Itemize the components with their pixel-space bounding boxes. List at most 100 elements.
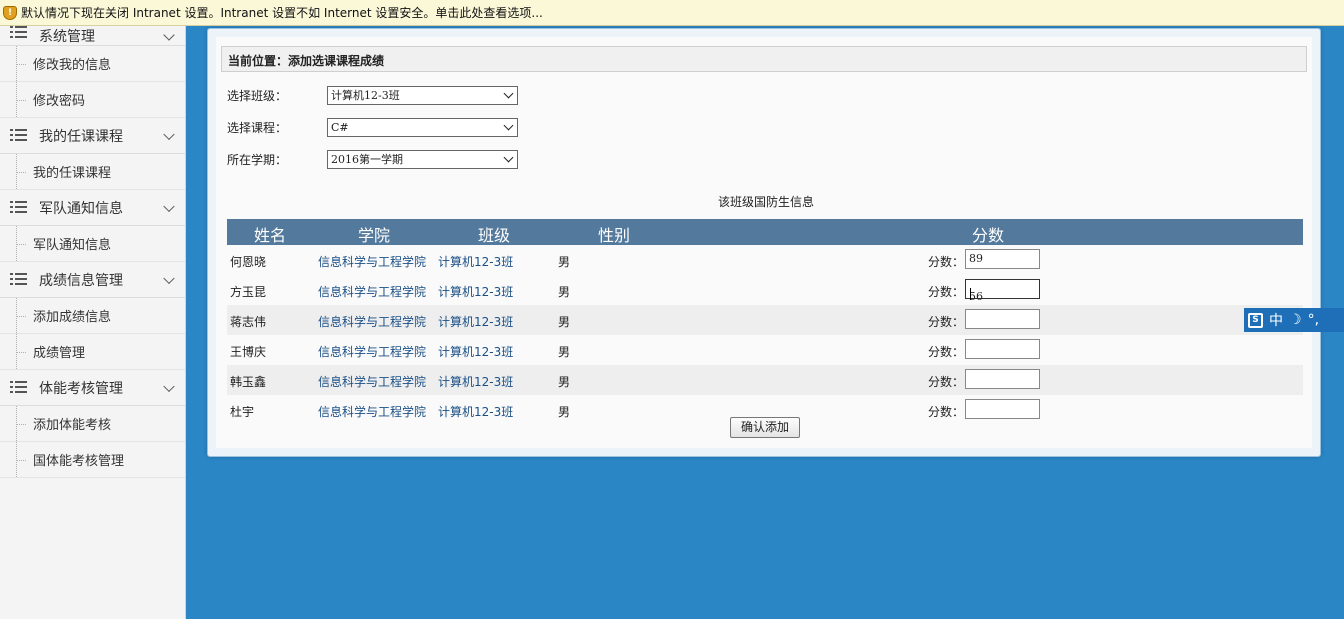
student-name: 何恩晓 bbox=[230, 255, 267, 269]
student-table: 姓名 学院 班级 性别 分数 何恩晓 信息科学与工程学院 计算机12-3班 男 … bbox=[227, 219, 1303, 425]
confirm-add-button[interactable]: 确认添加 bbox=[730, 417, 800, 438]
student-class: 计算机12-3班 bbox=[438, 255, 514, 269]
student-name: 杜宇 bbox=[230, 405, 255, 419]
infobar-text: 默认情况下现在关闭 Intranet 设置。Intranet 设置不如 Inte… bbox=[21, 6, 543, 20]
chevron-down-icon bbox=[163, 128, 175, 140]
header-gender: 性别 bbox=[598, 226, 631, 245]
student-class: 计算机12-3班 bbox=[438, 375, 514, 389]
ime-mode[interactable]: 中 bbox=[1269, 310, 1283, 330]
score-label: 分数： bbox=[928, 345, 965, 359]
sidebar-item-notices[interactable]: 军队通知信息 bbox=[0, 226, 185, 262]
table-row: 何恩晓 信息科学与工程学院 计算机12-3班 男 分数： 89 bbox=[227, 245, 1303, 275]
sidebar-item-add-fitness[interactable]: 添加体能考核 bbox=[0, 406, 185, 442]
list-icon bbox=[10, 381, 27, 394]
student-gender: 男 bbox=[558, 375, 571, 389]
sidebar-item-edit-info[interactable]: 修改我的信息 bbox=[0, 46, 185, 82]
score-value: 56 bbox=[969, 290, 983, 303]
sidebar-group-grades[interactable]: 成绩信息管理 bbox=[0, 262, 185, 298]
ime-toolbar[interactable]: S 中 ☽ °, bbox=[1244, 308, 1344, 332]
header-class: 班级 bbox=[478, 226, 511, 245]
main-panel: 当前位置：添加选课课程成绩 选择班级： 计算机12-3班 选择课程： C# 所在… bbox=[207, 28, 1321, 457]
text-caret bbox=[970, 288, 971, 300]
section-title: 该班级国防生信息 bbox=[718, 195, 815, 209]
list-icon bbox=[10, 26, 27, 39]
score-input[interactable] bbox=[965, 399, 1040, 419]
sidebar-group-courses[interactable]: 我的任课课程 bbox=[0, 118, 185, 154]
score-input-focused[interactable]: 56 bbox=[965, 279, 1040, 303]
chevron-down-icon bbox=[503, 152, 514, 162]
sidebar: 系统管理 修改我的信息 修改密码 我的任课课程 我的任课课程 军队通知信息 军队… bbox=[0, 26, 186, 619]
sidebar-item-grade-management[interactable]: 成绩管理 bbox=[0, 334, 185, 370]
student-dept: 信息科学与工程学院 bbox=[318, 375, 427, 389]
student-class: 计算机12-3班 bbox=[438, 345, 514, 359]
score-input[interactable] bbox=[965, 339, 1040, 359]
term-row: 所在学期： 2016第一学期 bbox=[227, 149, 527, 169]
header-name: 姓名 bbox=[254, 226, 287, 245]
ime-logo-icon: S bbox=[1248, 312, 1263, 328]
score-label: 分数： bbox=[928, 255, 965, 269]
student-dept: 信息科学与工程学院 bbox=[318, 285, 427, 299]
table-row: 韩玉鑫 信息科学与工程学院 计算机12-3班 男 分数： bbox=[227, 365, 1303, 395]
chevron-down-icon bbox=[163, 200, 175, 212]
table-row: 王博庆 信息科学与工程学院 计算机12-3班 男 分数： bbox=[227, 335, 1303, 365]
student-gender: 男 bbox=[558, 345, 571, 359]
table-row: 方玉昆 信息科学与工程学院 计算机12-3班 男 分数： 56 bbox=[227, 275, 1303, 305]
score-input[interactable] bbox=[965, 369, 1040, 389]
sidebar-item-my-courses[interactable]: 我的任课课程 bbox=[0, 154, 185, 190]
chevron-down-icon bbox=[503, 120, 514, 130]
student-gender: 男 bbox=[558, 255, 571, 269]
score-label: 分数： bbox=[928, 315, 965, 329]
sidebar-group-label: 军队通知信息 bbox=[39, 200, 123, 217]
class-select-value: 计算机12-3班 bbox=[331, 88, 400, 102]
student-gender: 男 bbox=[558, 315, 571, 329]
student-dept: 信息科学与工程学院 bbox=[318, 315, 427, 329]
sidebar-group-label: 我的任课课程 bbox=[39, 128, 123, 145]
term-select-value: 2016第一学期 bbox=[331, 152, 403, 166]
course-select[interactable]: C# bbox=[327, 117, 518, 137]
student-dept: 信息科学与工程学院 bbox=[318, 345, 427, 359]
ime-punct[interactable]: °, bbox=[1308, 312, 1319, 328]
sidebar-item-change-password[interactable]: 修改密码 bbox=[0, 82, 185, 118]
sidebar-group-notices[interactable]: 军队通知信息 bbox=[0, 190, 185, 226]
moon-icon[interactable]: ☽ bbox=[1289, 312, 1302, 328]
list-icon bbox=[10, 129, 27, 142]
course-row: 选择课程： C# bbox=[227, 117, 527, 137]
table-header: 姓名 学院 班级 性别 分数 bbox=[227, 219, 1303, 245]
score-input[interactable]: 89 bbox=[965, 249, 1040, 269]
header-score: 分数 bbox=[972, 226, 1005, 245]
class-label: 选择班级： bbox=[227, 88, 288, 103]
student-class: 计算机12-3班 bbox=[438, 405, 514, 419]
sidebar-item-fitness-management[interactable]: 国体能考核管理 bbox=[0, 442, 185, 478]
list-icon bbox=[10, 201, 27, 214]
intranet-infobar[interactable]: ! 默认情况下现在关闭 Intranet 设置。Intranet 设置不如 In… bbox=[0, 0, 1344, 26]
list-icon bbox=[10, 273, 27, 286]
sidebar-group-label: 系统管理 bbox=[39, 29, 95, 45]
term-select[interactable]: 2016第一学期 bbox=[327, 149, 518, 169]
chevron-down-icon bbox=[163, 29, 175, 41]
chevron-down-icon bbox=[503, 88, 514, 98]
sidebar-item-add-grade[interactable]: 添加成绩信息 bbox=[0, 298, 185, 334]
student-name: 方玉昆 bbox=[230, 285, 267, 299]
sidebar-group-label: 体能考核管理 bbox=[39, 380, 123, 397]
class-select[interactable]: 计算机12-3班 bbox=[327, 85, 518, 105]
breadcrumb: 当前位置：添加选课课程成绩 bbox=[221, 46, 1307, 72]
chevron-down-icon bbox=[163, 380, 175, 392]
sidebar-group-fitness[interactable]: 体能考核管理 bbox=[0, 370, 185, 406]
student-name: 王博庆 bbox=[230, 345, 267, 359]
shield-warning-icon: ! bbox=[3, 5, 17, 20]
score-label: 分数： bbox=[928, 285, 965, 299]
student-dept: 信息科学与工程学院 bbox=[318, 255, 427, 269]
score-input[interactable] bbox=[965, 309, 1040, 329]
course-label: 选择课程： bbox=[227, 120, 288, 135]
sidebar-group-system[interactable]: 系统管理 bbox=[0, 26, 185, 46]
score-label: 分数： bbox=[928, 375, 965, 389]
student-dept: 信息科学与工程学院 bbox=[318, 405, 427, 419]
student-gender: 男 bbox=[558, 405, 571, 419]
table-row: 蒋志伟 信息科学与工程学院 计算机12-3班 男 分数： bbox=[227, 305, 1303, 335]
class-row: 选择班级： 计算机12-3班 bbox=[227, 85, 527, 105]
header-dept: 学院 bbox=[358, 226, 391, 245]
score-label: 分数： bbox=[928, 405, 965, 419]
sidebar-group-label: 成绩信息管理 bbox=[39, 272, 123, 289]
student-gender: 男 bbox=[558, 285, 571, 299]
student-name: 蒋志伟 bbox=[230, 315, 267, 329]
